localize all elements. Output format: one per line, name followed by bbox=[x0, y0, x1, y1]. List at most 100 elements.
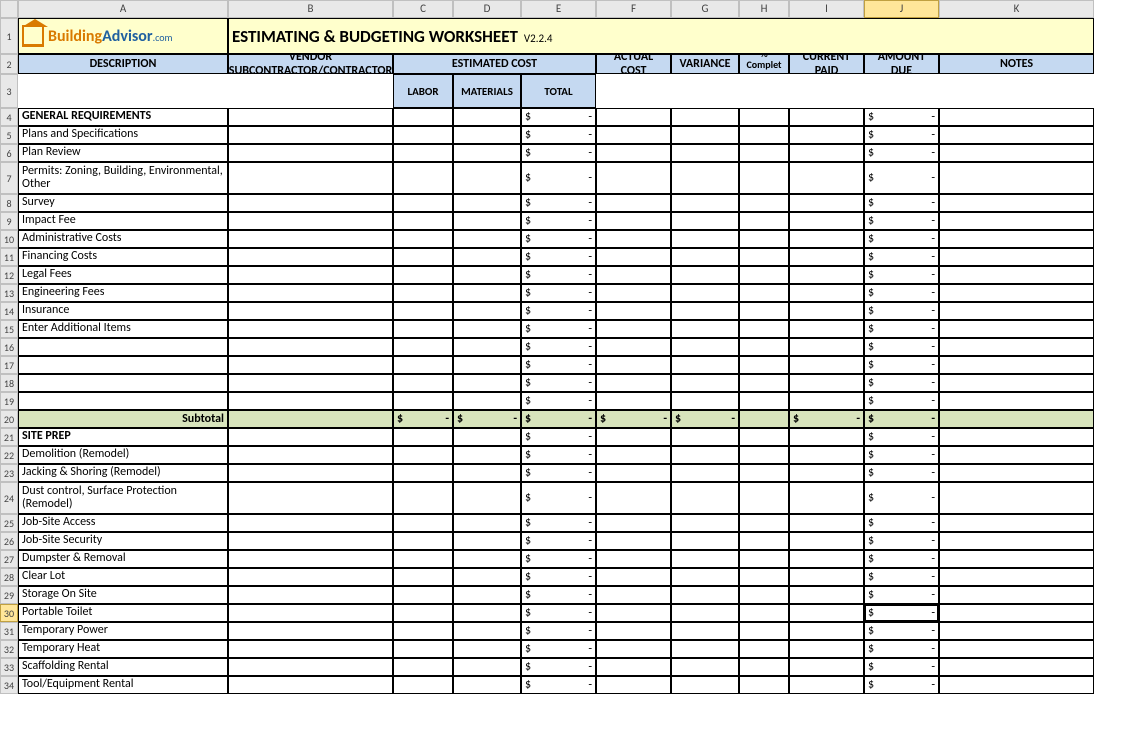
cell-materials[interactable] bbox=[453, 482, 521, 514]
cell-labor[interactable] bbox=[393, 482, 453, 514]
cell-paid[interactable] bbox=[789, 446, 864, 464]
cell-total[interactable]: $- bbox=[521, 212, 596, 230]
cell-labor[interactable] bbox=[393, 284, 453, 302]
column-header-K[interactable]: K bbox=[939, 0, 1094, 18]
cell-due[interactable]: $- bbox=[864, 410, 939, 428]
cell-notes[interactable] bbox=[939, 266, 1094, 284]
column-header-D[interactable]: D bbox=[453, 0, 521, 18]
row-header[interactable]: 1 bbox=[0, 18, 18, 54]
cell-materials[interactable] bbox=[453, 144, 521, 162]
cell-vendor[interactable] bbox=[228, 586, 393, 604]
cell-actual[interactable] bbox=[596, 194, 671, 212]
column-header-I[interactable]: I bbox=[789, 0, 864, 18]
cell-total[interactable]: $- bbox=[521, 284, 596, 302]
cell-paid[interactable] bbox=[789, 514, 864, 532]
cell-actual[interactable] bbox=[596, 392, 671, 410]
cell-materials[interactable] bbox=[453, 320, 521, 338]
cell-vendor[interactable] bbox=[228, 550, 393, 568]
cell-labor[interactable] bbox=[393, 550, 453, 568]
cell-vendor[interactable] bbox=[228, 230, 393, 248]
cell-variance[interactable] bbox=[671, 532, 739, 550]
cell[interactable] bbox=[228, 410, 393, 428]
cell-labor[interactable] bbox=[393, 108, 453, 126]
cell-materials[interactable] bbox=[453, 284, 521, 302]
cell-variance[interactable] bbox=[671, 338, 739, 356]
column-header-F[interactable]: F bbox=[596, 0, 671, 18]
cell-labor[interactable] bbox=[393, 532, 453, 550]
cell-pct[interactable] bbox=[739, 514, 789, 532]
cell-pct[interactable] bbox=[739, 302, 789, 320]
cell-total[interactable]: $- bbox=[521, 640, 596, 658]
cell-pct[interactable] bbox=[739, 658, 789, 676]
cell-actual[interactable] bbox=[596, 604, 671, 622]
cell-paid[interactable] bbox=[789, 302, 864, 320]
cell-total[interactable]: $- bbox=[521, 482, 596, 514]
cell-total[interactable]: $- bbox=[521, 514, 596, 532]
cell-labor[interactable] bbox=[393, 586, 453, 604]
cell-total[interactable]: $- bbox=[521, 162, 596, 194]
cell-total[interactable]: $- bbox=[521, 194, 596, 212]
cell-paid[interactable] bbox=[789, 248, 864, 266]
cell-due[interactable]: $- bbox=[864, 428, 939, 446]
row-header[interactable]: 29 bbox=[0, 586, 18, 604]
column-header-A[interactable]: A bbox=[18, 0, 228, 18]
cell-pct[interactable] bbox=[739, 392, 789, 410]
cell-due[interactable]: $- bbox=[864, 482, 939, 514]
column-header-J[interactable]: J bbox=[864, 0, 939, 18]
cell-total[interactable]: $- bbox=[521, 230, 596, 248]
cell-description[interactable]: GENERAL REQUIREMENTS bbox=[18, 108, 228, 126]
cell-labor[interactable] bbox=[393, 320, 453, 338]
cell-materials[interactable] bbox=[453, 212, 521, 230]
cell-labor[interactable] bbox=[393, 356, 453, 374]
cell-description[interactable]: Plans and Specifications bbox=[18, 126, 228, 144]
cell-pct[interactable] bbox=[739, 212, 789, 230]
cell-total[interactable]: $- bbox=[521, 428, 596, 446]
cell-actual[interactable] bbox=[596, 658, 671, 676]
row-header[interactable]: 23 bbox=[0, 464, 18, 482]
cell-due[interactable]: $- bbox=[864, 446, 939, 464]
cell-due[interactable]: $- bbox=[864, 392, 939, 410]
cell-notes[interactable] bbox=[939, 356, 1094, 374]
cell-labor[interactable] bbox=[393, 604, 453, 622]
cell-labor[interactable] bbox=[393, 338, 453, 356]
cell-description[interactable]: Legal Fees bbox=[18, 266, 228, 284]
cell-notes[interactable] bbox=[939, 676, 1094, 694]
cell-labor[interactable]: $- bbox=[393, 410, 453, 428]
cell-total[interactable]: $- bbox=[521, 266, 596, 284]
cell-due[interactable]: $- bbox=[864, 464, 939, 482]
cell-actual[interactable] bbox=[596, 640, 671, 658]
cell-paid[interactable] bbox=[789, 658, 864, 676]
cell-labor[interactable] bbox=[393, 640, 453, 658]
cell-due[interactable]: $- bbox=[864, 302, 939, 320]
cell-due[interactable]: $- bbox=[864, 568, 939, 586]
cell-variance[interactable] bbox=[671, 428, 739, 446]
cell-description[interactable] bbox=[18, 338, 228, 356]
cell-paid[interactable] bbox=[789, 108, 864, 126]
cell-labor[interactable] bbox=[393, 266, 453, 284]
cell-actual[interactable] bbox=[596, 550, 671, 568]
cell-notes[interactable] bbox=[939, 126, 1094, 144]
row-header[interactable]: 24 bbox=[0, 482, 18, 514]
row-header[interactable]: 14 bbox=[0, 302, 18, 320]
cell-actual[interactable] bbox=[596, 230, 671, 248]
cell-materials[interactable] bbox=[453, 586, 521, 604]
row-header[interactable]: 11 bbox=[0, 248, 18, 266]
cell-materials[interactable] bbox=[453, 622, 521, 640]
row-header[interactable]: 18 bbox=[0, 374, 18, 392]
cell-actual[interactable] bbox=[596, 374, 671, 392]
cell-notes[interactable] bbox=[939, 144, 1094, 162]
cell-description[interactable]: Plan Review bbox=[18, 144, 228, 162]
cell-actual[interactable] bbox=[596, 266, 671, 284]
cell-actual[interactable] bbox=[596, 162, 671, 194]
cell-actual[interactable] bbox=[596, 446, 671, 464]
cell-due[interactable]: $- bbox=[864, 230, 939, 248]
cell-actual[interactable] bbox=[596, 126, 671, 144]
cell-actual[interactable] bbox=[596, 302, 671, 320]
cell-materials[interactable] bbox=[453, 302, 521, 320]
cell-notes[interactable] bbox=[939, 108, 1094, 126]
cell-paid[interactable] bbox=[789, 230, 864, 248]
cell-due[interactable]: $- bbox=[864, 374, 939, 392]
cell-description[interactable]: Temporary Power bbox=[18, 622, 228, 640]
cell-actual[interactable] bbox=[596, 144, 671, 162]
cell-materials[interactable] bbox=[453, 392, 521, 410]
